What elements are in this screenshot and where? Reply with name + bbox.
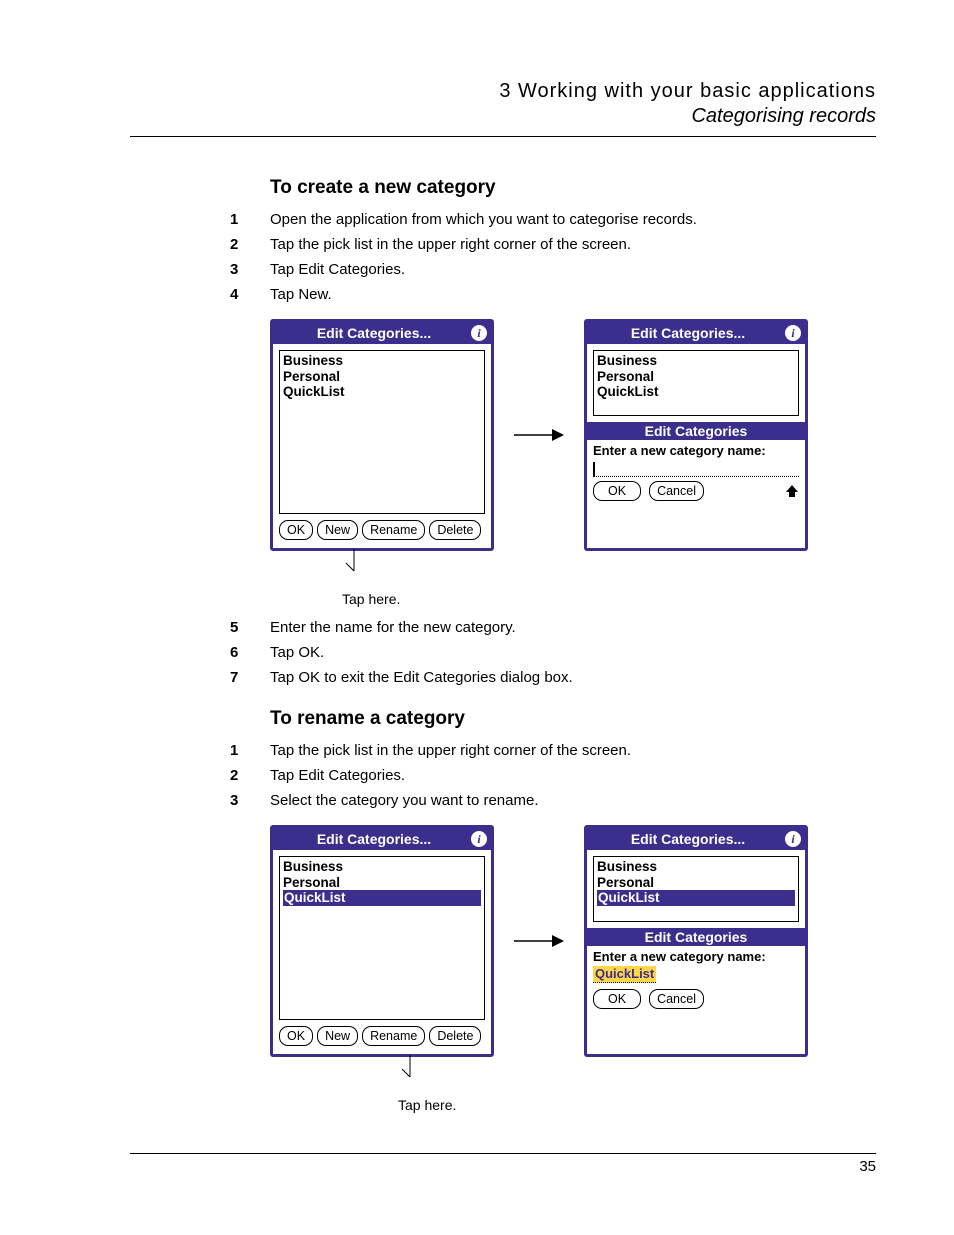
running-header: 3 Working with your basic applications C… (130, 80, 876, 128)
ok-button[interactable]: OK (593, 481, 641, 501)
step-text: Tap the pick list in the upper right cor… (270, 234, 631, 255)
heading-rename-category: To rename a category (270, 708, 876, 730)
figure-caption: Tap here. (398, 1097, 876, 1113)
step-text: Tap OK to exit the Edit Categories dialo… (270, 667, 573, 688)
rename-button[interactable]: Rename (362, 1026, 425, 1046)
cancel-button[interactable]: Cancel (649, 481, 704, 501)
list-item[interactable]: Personal (597, 369, 795, 385)
dialog-title: Edit Categories... (277, 831, 471, 847)
steps-create: 1Open the application from which you wan… (270, 209, 876, 305)
list-item[interactable]: Business (597, 859, 795, 875)
footer: 35 (130, 1153, 876, 1175)
category-name-input[interactable] (593, 460, 799, 477)
titlebar: Edit Categories... i (587, 322, 805, 344)
info-icon[interactable]: i (785, 831, 801, 847)
step-text: Tap New. (270, 284, 332, 305)
callout-pointer (270, 555, 876, 585)
prompt-label: Enter a new category name: (593, 443, 799, 458)
edit-categories-dialog-right: Edit Categories... i Business Personal Q… (584, 319, 808, 551)
list-item[interactable]: Personal (283, 875, 481, 891)
list-item[interactable]: Business (283, 353, 481, 369)
page-number: 35 (130, 1158, 876, 1175)
list-item[interactable]: Business (597, 353, 795, 369)
steps-rename: 1Tap the pick list in the upper right co… (270, 740, 876, 811)
ok-button[interactable]: OK (593, 989, 641, 1009)
arrow-right-icon (514, 427, 564, 443)
step-text: Tap the pick list in the upper right cor… (270, 740, 631, 761)
sub-dialog-title: Edit Categories (587, 928, 805, 946)
button-row: OK New Rename Delete (273, 520, 491, 548)
list-item[interactable]: QuickList (597, 384, 795, 400)
sub-dialog: Enter a new category name: OK Cancel (587, 440, 805, 505)
chapter-title: 3 Working with your basic applications (130, 80, 876, 103)
list-item-selected[interactable]: QuickList (283, 890, 481, 906)
step-text: Tap Edit Categories. (270, 259, 405, 280)
section-title: Categorising records (130, 105, 876, 128)
new-button[interactable]: New (317, 520, 358, 540)
ok-button[interactable]: OK (279, 1026, 313, 1046)
delete-button[interactable]: Delete (429, 1026, 481, 1046)
cancel-button[interactable]: Cancel (649, 989, 704, 1009)
edit-categories-dialog-left: Edit Categories... i Business Personal Q… (270, 319, 494, 551)
info-icon[interactable]: i (471, 325, 487, 341)
footer-rule (130, 1153, 876, 1154)
category-name-input[interactable]: QuickList (593, 966, 656, 983)
callout-pointer (270, 1061, 876, 1091)
titlebar: Edit Categories... i (587, 828, 805, 850)
figure-row-2: Edit Categories... i Business Personal Q… (270, 825, 876, 1057)
category-list[interactable]: Business Personal QuickList (279, 856, 485, 1020)
dialog-title: Edit Categories... (277, 325, 471, 341)
header-rule (130, 136, 876, 137)
shift-icon (785, 484, 799, 498)
sub-dialog: Enter a new category name: QuickList OK … (587, 946, 805, 1013)
step-text: Select the category you want to rename. (270, 790, 538, 811)
category-list[interactable]: Business Personal QuickList (279, 350, 485, 514)
button-row: OK New Rename Delete (273, 1026, 491, 1054)
list-item[interactable]: Personal (597, 875, 795, 891)
heading-create-category: To create a new category (270, 177, 876, 199)
edit-categories-dialog-right: Edit Categories... i Business Personal Q… (584, 825, 808, 1057)
ok-button[interactable]: OK (279, 520, 313, 540)
step-text: Tap OK. (270, 642, 324, 663)
list-item[interactable]: QuickList (283, 384, 481, 400)
list-item[interactable]: Personal (283, 369, 481, 385)
info-icon[interactable]: i (785, 325, 801, 341)
category-list[interactable]: Business Personal QuickList (593, 856, 799, 922)
dialog-title: Edit Categories... (591, 831, 785, 847)
list-item[interactable]: Business (283, 859, 481, 875)
rename-button[interactable]: Rename (362, 520, 425, 540)
titlebar: Edit Categories... i (273, 322, 491, 344)
titlebar: Edit Categories... i (273, 828, 491, 850)
dialog-title: Edit Categories... (591, 325, 785, 341)
arrow-right-icon (514, 933, 564, 949)
sub-dialog-title: Edit Categories (587, 422, 805, 440)
step-text: Tap Edit Categories. (270, 765, 405, 786)
delete-button[interactable]: Delete (429, 520, 481, 540)
prompt-label: Enter a new category name: (593, 949, 799, 964)
step-text: Enter the name for the new category. (270, 617, 516, 638)
steps-create-cont: 5Enter the name for the new category. 6T… (270, 617, 876, 688)
info-icon[interactable]: i (471, 831, 487, 847)
category-list[interactable]: Business Personal QuickList (593, 350, 799, 416)
figure-row-1: Edit Categories... i Business Personal Q… (270, 319, 876, 551)
edit-categories-dialog-left: Edit Categories... i Business Personal Q… (270, 825, 494, 1057)
list-item-selected[interactable]: QuickList (597, 890, 795, 906)
new-button[interactable]: New (317, 1026, 358, 1046)
step-text: Open the application from which you want… (270, 209, 697, 230)
figure-caption: Tap here. (342, 591, 876, 607)
